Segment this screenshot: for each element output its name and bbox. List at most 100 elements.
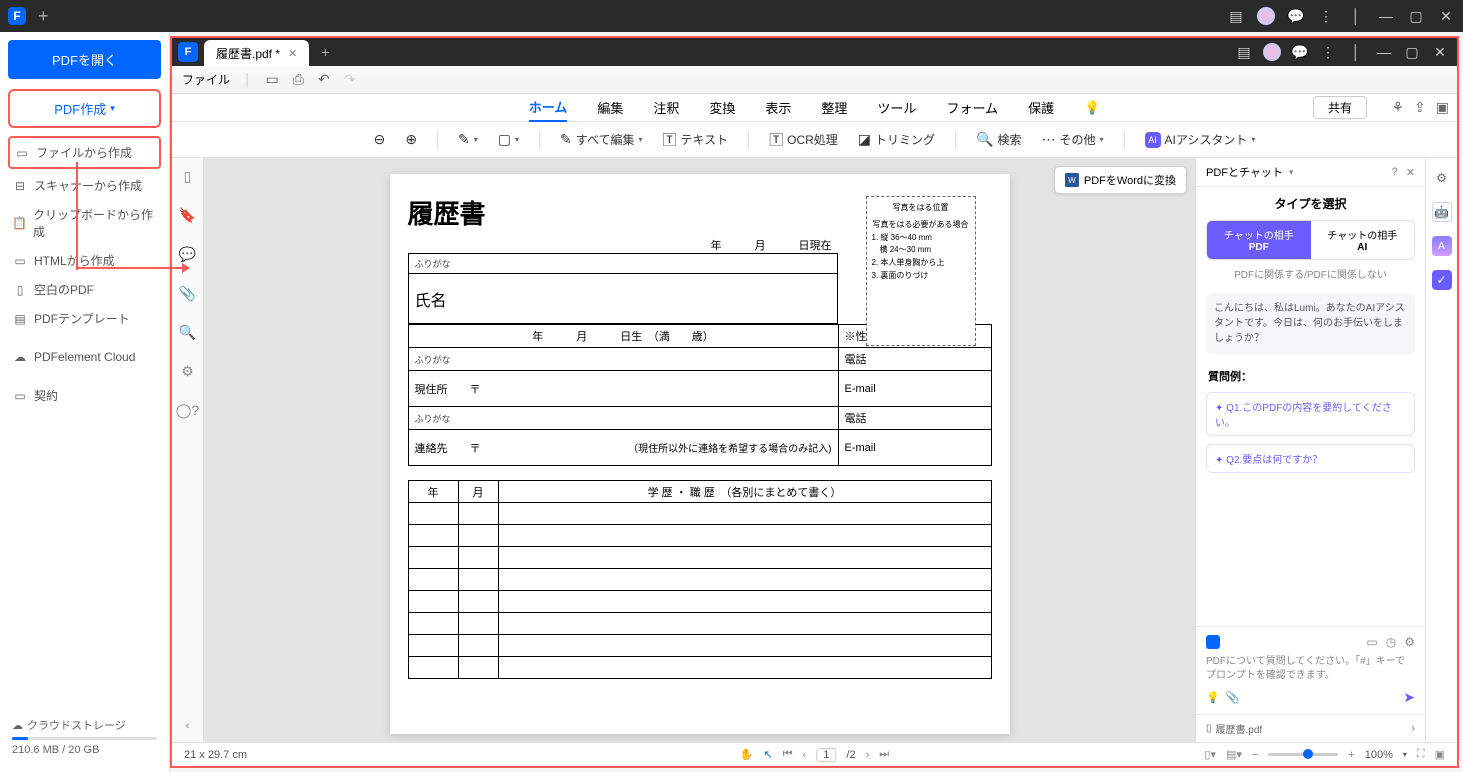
menu-form[interactable]: フォーム — [946, 94, 998, 121]
edit-all-tool[interactable]: ✎すべて編集 — [560, 131, 642, 148]
close-icon[interactable]: ✕ — [1437, 8, 1455, 25]
menu-protect[interactable]: 保護 — [1028, 94, 1054, 121]
menu-convert[interactable]: 変換 — [709, 94, 735, 121]
bookmark-panel-icon[interactable]: 🔖 — [179, 207, 196, 224]
chat-tab-ai[interactable]: チャットの相手AI — [1311, 221, 1415, 259]
menu-edit[interactable]: 編集 — [597, 94, 623, 121]
send-icon[interactable]: ➤ — [1403, 689, 1415, 706]
share-icon[interactable]: ⚘ — [1391, 99, 1404, 116]
save-icon[interactable]: ▭ — [266, 71, 279, 88]
open-pdf-button[interactable]: PDFを開く — [8, 40, 161, 79]
create-template[interactable]: ▤PDFテンプレート — [8, 304, 161, 333]
menu-tool[interactable]: ツール — [877, 94, 916, 121]
check-icon[interactable]: ✓ — [1432, 270, 1452, 290]
help-icon[interactable]: ◯? — [176, 402, 199, 419]
next-page-icon[interactable]: › — [866, 749, 870, 761]
comment-panel-icon[interactable]: 💬 — [179, 246, 196, 263]
view-single-icon[interactable]: ▯▾ — [1204, 748, 1216, 761]
menu-organize[interactable]: 整理 — [821, 94, 847, 121]
shape-tool[interactable]: ▢ — [498, 131, 519, 148]
sliders-icon[interactable]: ⚙ — [1432, 168, 1452, 188]
create-from-html[interactable]: ▭HTMLから作成 — [8, 246, 161, 275]
attach-panel-icon[interactable]: 📎 — [179, 285, 196, 302]
share-button[interactable]: 共有 — [1313, 96, 1367, 119]
print-icon[interactable]: ⎙ — [293, 71, 304, 88]
create-pdf-button[interactable]: PDF作成 — [12, 93, 157, 124]
chat-icon[interactable]: 💬 — [1287, 8, 1305, 25]
maximize-icon[interactable]: ▢ — [1407, 8, 1425, 25]
close-icon[interactable]: ✕ — [1431, 44, 1449, 61]
ocr-tool[interactable]: 🅃OCR処理 — [769, 130, 838, 150]
avatar[interactable] — [1263, 43, 1281, 61]
zoom-out-icon[interactable]: − — [1252, 749, 1258, 761]
create-from-file[interactable]: ▭ファイルから作成 — [8, 136, 161, 169]
menu-icon[interactable]: ⋮ — [1319, 44, 1337, 61]
select-icon[interactable]: ↖ — [764, 748, 773, 761]
translate-icon[interactable]: A — [1432, 236, 1452, 256]
last-page-icon[interactable]: ⏭ — [879, 748, 889, 761]
menu-home[interactable]: ホーム — [529, 93, 568, 122]
menu-icon[interactable]: ⋮ — [1317, 8, 1335, 25]
fullscreen-icon[interactable]: ▣ — [1435, 748, 1445, 761]
text-tool[interactable]: 🅃テキスト — [662, 130, 728, 150]
file-menu[interactable]: ファイル — [182, 71, 230, 88]
copy-icon[interactable]: ▭ — [1366, 635, 1377, 649]
attach-icon[interactable]: 📎 — [1226, 691, 1240, 704]
create-blank[interactable]: ▯空白のPDF — [8, 275, 161, 304]
close-icon[interactable]: ✕ — [1406, 166, 1415, 179]
menu-view[interactable]: 表示 — [765, 94, 791, 121]
trim-tool[interactable]: ◪トリミング — [858, 131, 935, 148]
settings-panel-icon[interactable]: ⚙ — [181, 363, 194, 380]
search-panel-icon[interactable]: 🔍 — [179, 324, 196, 341]
search-tool[interactable]: 🔍検索 — [976, 131, 1021, 148]
expand-icon[interactable]: › — [1412, 723, 1415, 734]
undo-icon[interactable]: ↶ — [318, 71, 330, 88]
create-from-scanner[interactable]: ⊟スキャナーから作成 — [8, 171, 161, 200]
zoom-in-button[interactable]: ⊕ — [405, 131, 417, 148]
contract-link[interactable]: ▭契約 — [8, 381, 161, 410]
chat-example-1[interactable]: ✦ Q1.このPDFの内容を要約してください。 — [1206, 392, 1415, 436]
bulb-icon[interactable]: 💡 — [1084, 96, 1100, 120]
zoom-in-icon[interactable]: + — [1348, 749, 1354, 761]
page-input[interactable]: 1 — [816, 748, 836, 762]
collapse-icon[interactable]: ‹ — [186, 720, 190, 732]
new-tab-button[interactable]: + — [38, 6, 49, 27]
minimize-icon[interactable]: — — [1377, 8, 1395, 24]
hand-icon[interactable]: ✋ — [740, 748, 754, 761]
view-scroll-icon[interactable]: ▤▾ — [1226, 748, 1242, 761]
highlight-tool[interactable]: ✎ — [458, 131, 478, 148]
chat-tab-pdf[interactable]: チャットの相手PDF — [1207, 221, 1311, 259]
help-icon[interactable]: ? — [1392, 166, 1398, 179]
zoom-out-button[interactable]: ⊖ — [374, 131, 386, 148]
prev-page-icon[interactable]: ‹ — [803, 749, 807, 761]
menu-annotate[interactable]: 注釈 — [653, 94, 679, 121]
avatar[interactable] — [1257, 7, 1275, 25]
first-page-icon[interactable]: ⏮ — [783, 748, 793, 761]
create-from-clipboard[interactable]: 📋クリップボードから作成 — [8, 200, 161, 246]
book-icon[interactable]: ▤ — [1235, 44, 1253, 61]
layout-icon[interactable]: ▣ — [1436, 99, 1449, 116]
chat-icon[interactable]: 💬 — [1291, 44, 1309, 61]
fit-icon[interactable]: ⛶ — [1417, 748, 1425, 761]
chevron-down-icon[interactable]: ▾ — [1289, 167, 1294, 178]
document-tab[interactable]: 履歴書.pdf * ✕ — [204, 40, 309, 66]
bulb-icon[interactable]: 💡 — [1206, 691, 1220, 704]
cloud-up-icon[interactable]: ⇪ — [1414, 99, 1426, 116]
robot-icon[interactable]: 🤖 — [1432, 202, 1452, 222]
maximize-icon[interactable]: ▢ — [1403, 44, 1421, 61]
book-icon[interactable]: ▤ — [1227, 8, 1245, 25]
redo-icon[interactable]: ↷ — [344, 71, 356, 88]
zoom-value[interactable]: 100% — [1365, 749, 1393, 761]
zoom-slider[interactable] — [1268, 753, 1338, 756]
cloud-link[interactable]: ☁PDFelement Cloud — [8, 343, 161, 371]
ai-assistant-tool[interactable]: AIAIアシスタント — [1145, 131, 1256, 148]
other-tool[interactable]: ⋯その他 — [1042, 131, 1104, 148]
chat-example-2[interactable]: ✦ Q2.要点は何ですか？ — [1206, 444, 1415, 473]
tab-close-icon[interactable]: ✕ — [288, 47, 297, 60]
convert-to-word-button[interactable]: W PDFをWordに変換 — [1054, 166, 1187, 194]
history-icon[interactable]: ◷ — [1386, 635, 1396, 649]
gear-icon[interactable]: ⚙ — [1404, 635, 1415, 649]
new-doc-tab[interactable]: + — [321, 44, 329, 60]
minimize-icon[interactable]: — — [1375, 44, 1393, 60]
page-panel-icon[interactable]: ▯ — [184, 168, 192, 185]
